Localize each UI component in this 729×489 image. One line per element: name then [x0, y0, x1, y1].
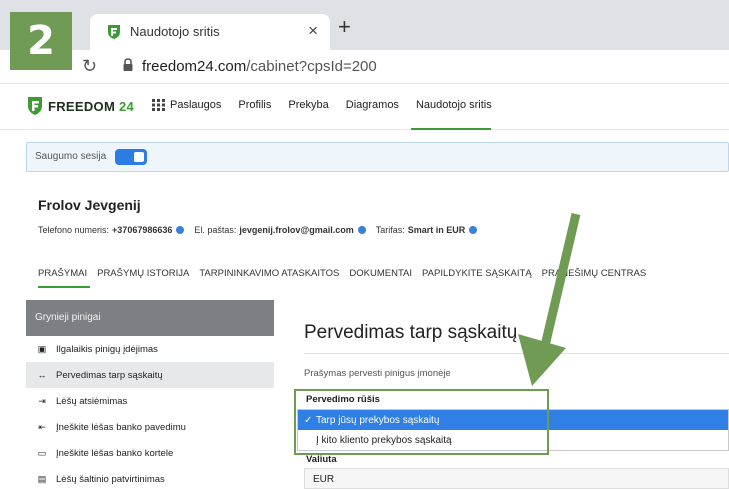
email-info: El. paštas: jevgenij.frolov@gmail.com	[194, 225, 366, 235]
address-bar: ↻ freedom24.com/cabinet?cpsId=200	[0, 50, 729, 84]
tab-tarpininkavimo-ataskaitos[interactable]: TARPININKAVIMO ATASKAITOS	[199, 268, 339, 279]
security-session-bar: Saugumo sesija	[26, 142, 729, 172]
phone-info: Telefono numeris: +37067986636	[38, 225, 185, 235]
email-label: El. paštas:	[194, 225, 237, 235]
menu-item-label: Įneškite lėšas banko pavedimu	[56, 421, 186, 433]
menu-item-withdrawal[interactable]: ⇥ Lėšų atsiėmimas	[26, 388, 274, 414]
nav-item-paslaugos[interactable]: Paslaugos	[152, 99, 221, 111]
shield-logo-icon	[28, 97, 42, 115]
active-tab-indicator	[38, 286, 90, 288]
tariff-info: Tarifas: Smart in EUR	[376, 225, 478, 235]
grid-menu-icon	[152, 99, 165, 111]
tariff-value: Smart in EUR	[407, 225, 466, 235]
card-icon: ▭	[37, 447, 47, 458]
menu-header: Grynieji pinigai	[26, 300, 274, 336]
tab-prasymu-istorija[interactable]: PRAŠYMŲ ISTORIJA	[97, 268, 189, 279]
nav-item-naudotojo-sritis[interactable]: Naudotojo sritis	[416, 99, 492, 111]
currency-value: EUR	[313, 474, 335, 485]
profile-details: Telefono numeris: +37067986636 El. pašta…	[38, 225, 487, 235]
cash-icon: ▣	[37, 343, 47, 354]
menu-item-label: Ilgalaikis pinigų įdėjimas	[56, 343, 158, 355]
menu-item-card-deposit[interactable]: ▭ Įneškite lėšas banko kortele	[26, 440, 274, 466]
nav-item-profilis[interactable]: Profilis	[238, 99, 271, 111]
email-value: jevgenij.frolov@gmail.com	[239, 225, 354, 235]
browser-tab-bar: Naudotojo sritis × +	[0, 0, 729, 50]
form-title: Pervedimas tarp sąskaitų	[304, 322, 518, 343]
tariff-label: Tarifas:	[375, 225, 405, 235]
document-icon: ▤	[37, 473, 47, 484]
tab-prasymai[interactable]: PRAŠYMAI	[38, 268, 87, 279]
nav-item-prekyba[interactable]: Prekyba	[288, 99, 328, 111]
url-field[interactable]: freedom24.com/cabinet?cpsId=200	[142, 58, 377, 75]
pointer-arrow-icon	[518, 212, 581, 386]
logo-number: 24	[119, 98, 135, 114]
main-nav: Paslaugos Profilis Prekyba Diagramos Nau…	[152, 99, 509, 111]
menu-item-long-term-deposit[interactable]: ▣ Ilgalaikis pinigų įdėjimas	[26, 336, 274, 362]
highlight-box	[294, 389, 549, 455]
new-tab-icon[interactable]: +	[338, 16, 351, 38]
currency-select[interactable]: EUR	[304, 468, 729, 489]
menu-item-label: Pervedimas tarp sąskaitų	[56, 369, 163, 381]
tab-dokumentai[interactable]: DOKUMENTAI	[349, 268, 412, 279]
lock-icon	[123, 58, 133, 71]
menu-item-label: Lėšų atsiėmimas	[56, 395, 128, 407]
withdraw-icon: ⇥	[38, 395, 46, 406]
security-session-toggle[interactable]	[115, 149, 147, 165]
menu-item-label: Įneškite lėšas banko kortele	[56, 447, 174, 459]
edit-tariff-gear-icon[interactable]	[469, 226, 478, 234]
freedom24-logo[interactable]: FREEDOM 24	[28, 97, 134, 115]
menu-item-label: Lėšų šaltinio patvirtinimas	[56, 473, 165, 485]
browser-tab[interactable]: Naudotojo sritis ×	[90, 14, 330, 50]
edit-email-gear-icon[interactable]	[357, 226, 366, 234]
active-nav-indicator	[411, 128, 491, 130]
profile-name: Frolov Jevgenij	[38, 197, 141, 213]
edit-phone-gear-icon[interactable]	[176, 226, 185, 234]
menu-item-bank-transfer-deposit[interactable]: ⇤ Įneškite lėšas banko pavedimu	[26, 414, 274, 440]
security-session-label: Saugumo sesija	[35, 151, 107, 162]
step-number-badge: 2	[10, 12, 72, 70]
logo-word: FREEDOM	[48, 98, 116, 114]
nav-item-diagramos[interactable]: Diagramos	[346, 99, 399, 111]
phone-value: +37067986636	[112, 225, 173, 235]
menu-item-transfer-between-accounts[interactable]: ↔ Pervedimas tarp sąskaitų	[26, 362, 274, 388]
toggle-knob	[134, 152, 144, 162]
phone-label: Telefono numeris:	[38, 225, 110, 235]
deposit-icon: ⇤	[38, 421, 46, 432]
nav-item-label: Paslaugos	[170, 99, 222, 111]
freedom24-favicon-icon	[108, 25, 120, 39]
close-tab-icon[interactable]: ×	[308, 21, 318, 41]
reload-icon[interactable]: ↻	[82, 56, 97, 77]
menu-item-source-of-funds[interactable]: ▤ Lėšų šaltinio patvirtinimas	[26, 466, 274, 489]
url-host: freedom24.com	[142, 58, 247, 75]
form-subtitle: Prašymas pervesti pinigus įmonėje	[304, 368, 451, 379]
currency-label: Valiuta	[306, 454, 337, 465]
browser-tab-title: Naudotojo sritis	[130, 24, 220, 39]
left-menu: Grynieji pinigai ▣ Ilgalaikis pinigų įdė…	[26, 300, 274, 489]
site-navigation: FREEDOM 24 Paslaugos Profilis Prekyba Di…	[0, 85, 729, 130]
url-path: /cabinet?cpsId=200	[246, 58, 377, 75]
logo-text: FREEDOM 24	[48, 99, 134, 114]
transfer-arrows-icon: ↔	[37, 370, 47, 380]
